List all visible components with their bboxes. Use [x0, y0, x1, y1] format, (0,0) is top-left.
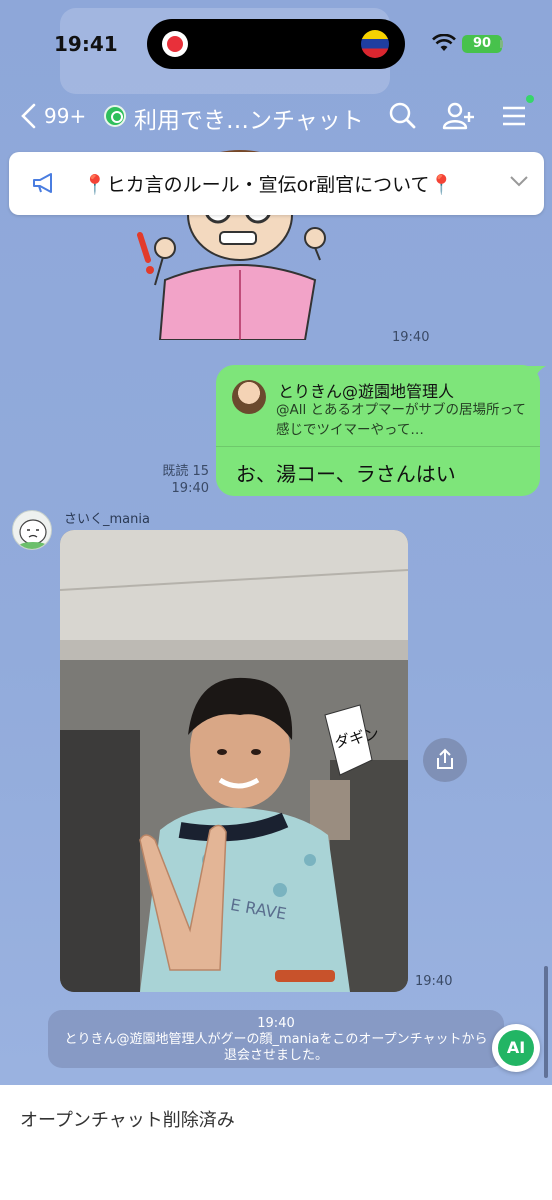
ai-label: AI [498, 1030, 534, 1066]
wifi-icon [432, 34, 456, 51]
share-button[interactable] [423, 738, 467, 782]
quoted-avatar [232, 380, 266, 414]
menu-icon[interactable] [499, 100, 531, 132]
search-icon[interactable] [386, 100, 418, 132]
system-text: とりきん@遊園地管理人がグーの顔_maniaをこのオープンチャットから退会させま… [64, 1032, 488, 1063]
message-time: 19:40 [392, 330, 430, 345]
megaphone-icon [33, 173, 52, 193]
announcement-bar[interactable]: 📍ヒカ言のルール・宣伝or副官について📍 [9, 152, 544, 215]
quoted-name: とりきん@遊園地管理人 [278, 382, 455, 401]
announcement-text: 📍ヒカ言のルール・宣伝or副官について📍 [83, 174, 454, 196]
unread-count[interactable]: 99+ [44, 104, 86, 128]
sender-avatar[interactable] [12, 510, 52, 550]
status-time: 19:41 [54, 32, 118, 56]
dynamic-island[interactable] [147, 19, 405, 69]
deleted-notice: オープンチャット削除済み [20, 1110, 235, 1131]
bubble-tail [528, 366, 546, 380]
quoted-text: @All とあるオプマーがサブの居場所って感じでツイマーやって… [276, 402, 526, 438]
record-icon [162, 31, 188, 57]
flag-icon [361, 30, 389, 58]
share-icon [437, 748, 453, 769]
chat-header: 99+ 利用でき…ンチャット [0, 92, 552, 142]
back-icon[interactable] [18, 102, 40, 130]
battery-indicator: 90 [462, 35, 502, 53]
system-message: 19:40 とりきん@遊園地管理人がグーの顔_maniaをこのオープンチャットか… [48, 1010, 504, 1068]
read-receipt: 既読 15 19:40 [161, 463, 209, 497]
system-time: 19:40 [257, 1016, 295, 1031]
message-time: 19:40 [171, 481, 209, 496]
status-bar: 19:41 90 [0, 0, 552, 94]
chat-title[interactable]: 利用でき…ンチャット [134, 101, 364, 135]
reply-divider [216, 446, 540, 447]
sender-name: さいく_mania [64, 512, 150, 527]
input-area: オープンチャット削除済み [0, 1085, 552, 1200]
message-time: 19:40 [415, 974, 453, 989]
shared-photo[interactable]: ダギン E RAVE [60, 530, 408, 992]
ai-button[interactable]: AI [492, 1024, 540, 1072]
notification-dot [526, 95, 534, 103]
battery-tip [500, 40, 503, 48]
message-text: お、湯コー、ラさんはい [236, 462, 456, 486]
chevron-down-icon[interactable] [509, 174, 529, 188]
add-friend-icon[interactable] [442, 100, 474, 132]
read-count: 既読 15 [162, 464, 209, 479]
openchat-icon [104, 105, 126, 127]
scrollbar[interactable] [544, 966, 548, 1078]
